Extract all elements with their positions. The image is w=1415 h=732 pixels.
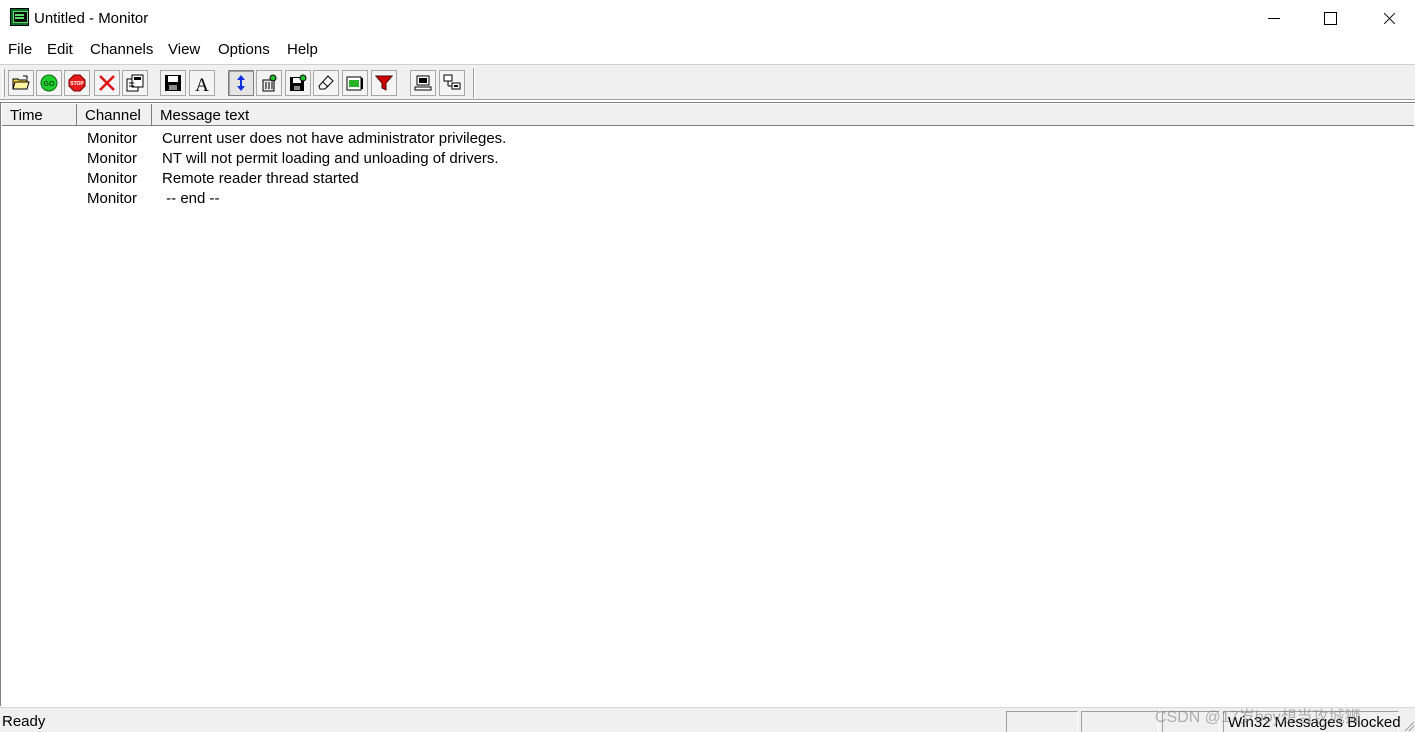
clock-time-button[interactable] [342,70,368,96]
message-list[interactable]: Time Channel Message text Monitor Curren… [0,102,1415,706]
maximize-button[interactable] [1301,0,1359,36]
open-folder-icon [12,75,30,90]
connect-local-button[interactable] [410,70,436,96]
watermark: CSDN @17岁boy想当攻城狮 [1155,709,1361,726]
menu-channels[interactable]: Channels [90,41,153,58]
eraser-icon [318,75,334,90]
connect-remote-icon [443,74,461,90]
font-button[interactable]: A [189,70,215,96]
table-row[interactable]: Monitor NT will not permit loading and u… [2,150,1414,170]
go-button[interactable]: GO [36,70,62,96]
font-label: A [195,75,209,92]
capture-button[interactable] [256,70,282,96]
delete-button[interactable] [94,70,120,96]
cell-channel: Monitor [87,190,138,207]
column-header-channel[interactable]: Channel [77,104,152,125]
table-row[interactable]: Monitor Remote reader thread started [2,170,1414,190]
menu-bar: File Edit Channels View Options Help [0,38,1415,62]
properties-icon [126,74,144,92]
status-pane-2 [1081,711,1159,732]
column-header-time[interactable]: Time [2,104,77,125]
menu-view[interactable]: View [168,41,200,58]
log-to-file-button[interactable] [285,70,311,96]
toolbar-end-separator [473,68,475,98]
cell-message: -- end -- [162,190,220,207]
status-text: Ready [2,713,46,730]
go-label: GO [44,81,55,88]
stop-label: STOP [70,81,84,87]
menu-options[interactable]: Options [218,41,270,58]
stop-icon: STOP [68,74,86,92]
capture-icon [262,74,277,92]
stop-button[interactable]: STOP [64,70,90,96]
font-icon: A [195,75,209,92]
autoscroll-icon [237,75,245,91]
connect-local-icon [414,75,432,91]
log-to-file-icon [290,74,307,91]
cell-channel: Monitor [87,150,138,167]
column-header-message-text[interactable]: Message text [152,104,1414,125]
go-icon: GO [40,74,58,92]
clock-time-icon [346,76,363,91]
save-button[interactable] [160,70,186,96]
menu-file[interactable]: File [8,41,32,58]
menu-edit[interactable]: Edit [47,41,73,58]
toolbar-grip[interactable] [2,69,5,97]
connect-remote-button[interactable] [439,70,465,96]
close-button[interactable] [1360,0,1415,36]
list-header: Time Channel Message text [2,104,1414,126]
title-bar: Untitled - Monitor [0,0,1415,36]
window-title: Untitled - Monitor [34,10,149,27]
table-row[interactable]: Monitor -- end -- [2,190,1414,210]
autoscroll-button[interactable] [228,70,254,96]
cell-message: NT will not permit loading and unloading… [162,150,499,167]
delete-icon [99,75,115,91]
filter-icon [375,75,393,91]
status-pane-1 [1006,711,1078,732]
save-icon [165,75,181,91]
properties-button[interactable] [122,70,148,96]
cell-message: Remote reader thread started [162,170,359,187]
clear-display-button[interactable] [313,70,339,96]
toolbar: GO STOP A [0,64,1415,100]
resize-grip[interactable] [1402,719,1414,731]
menu-help[interactable]: Help [287,41,318,58]
filter-button[interactable] [371,70,397,96]
cell-channel: Monitor [87,170,138,187]
minimize-button[interactable] [1245,0,1303,36]
cell-channel: Monitor [87,130,138,147]
cell-message: Current user does not have administrator… [162,130,507,147]
open-button[interactable] [8,70,34,96]
monitor-app-icon [10,8,29,26]
table-row[interactable]: Monitor Current user does not have admin… [2,130,1414,150]
